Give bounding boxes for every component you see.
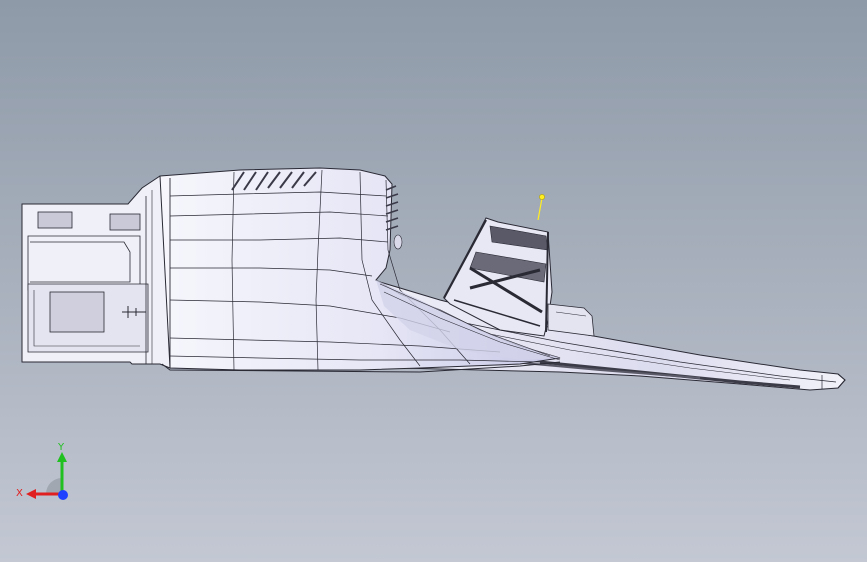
- y-axis-arrow: [57, 452, 67, 462]
- y-axis-label: Y: [57, 442, 65, 453]
- x-axis-arrow: [26, 489, 36, 499]
- sketch-point[interactable]: [537, 194, 545, 221]
- reference-triad: X Y: [10, 438, 80, 508]
- graphics-viewport[interactable]: X Y: [0, 0, 867, 562]
- cad-model-view[interactable]: [0, 0, 867, 562]
- x-axis-label: X: [16, 488, 23, 499]
- rear-housing: [21, 175, 171, 369]
- z-axis-dot: [58, 490, 68, 500]
